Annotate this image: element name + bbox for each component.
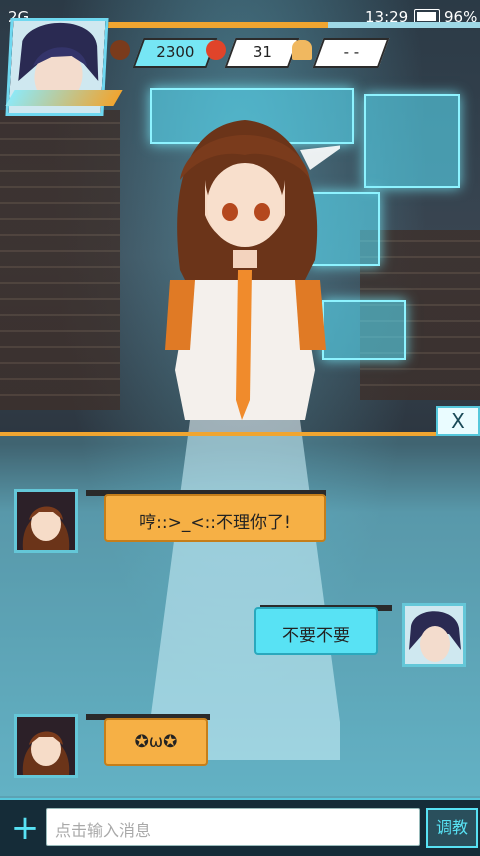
message-input[interactable]: 点击输入消息 <box>46 808 420 846</box>
partner-avatar <box>14 489 78 553</box>
bookshelf-left <box>0 110 120 410</box>
partner-portrait-icon <box>17 492 75 550</box>
partner-avatar <box>14 714 78 778</box>
plus-icon[interactable]: + <box>6 810 44 848</box>
message-input-placeholder: 点击输入消息 <box>55 821 152 840</box>
message-text: 哼::>_<::不理你了! <box>139 513 291 533</box>
bread-icon <box>292 40 312 60</box>
stat-fire: 31 <box>224 38 300 68</box>
character-icon <box>110 40 130 60</box>
message-bubble: 不要不要 <box>254 607 378 655</box>
fire-icon <box>206 40 226 60</box>
message-text: 不要不要 <box>282 626 350 646</box>
input-bar: + 点击输入消息 调教 <box>0 798 480 856</box>
message-bubble: 哼::>_<::不理你了! <box>104 494 326 542</box>
player-level-bar <box>5 90 123 106</box>
close-button[interactable]: X <box>436 406 480 436</box>
chat-header: 嫣汐 X <box>0 404 480 837</box>
stat-food-value: - - <box>343 43 360 61</box>
hologram-screen <box>364 94 460 188</box>
player-portrait-icon <box>405 606 463 664</box>
player-chat-avatar <box>402 603 466 667</box>
partner-portrait-icon <box>17 717 75 775</box>
stat-fire-value: 31 <box>252 43 272 61</box>
stat-favor: 2300 <box>132 38 218 68</box>
send-button[interactable]: 调教 <box>426 808 478 848</box>
stat-food: - - <box>312 38 390 68</box>
message-bubble: ✪ω✪ <box>104 718 208 766</box>
message-text: ✪ω✪ <box>134 732 178 752</box>
stat-favor-value: 2300 <box>156 43 195 61</box>
hud-divider <box>100 22 480 28</box>
